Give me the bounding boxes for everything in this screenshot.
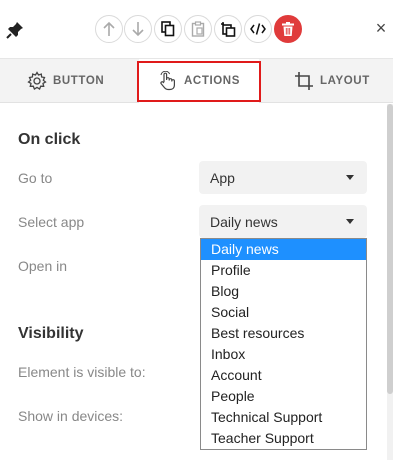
code-button[interactable] [244,15,272,43]
move-up-button[interactable] [95,15,123,43]
close-icon[interactable]: × [372,18,390,38]
dropdown-option[interactable]: Social [201,302,366,323]
tab-actions[interactable]: ACTIONS [139,59,259,103]
tab-actions-label: ACTIONS [184,75,240,87]
tab-button-label: BUTTON [53,75,105,87]
dropdown-option[interactable]: Profile [201,260,366,281]
caret-down-icon [346,219,354,224]
gear-icon [27,71,47,90]
open-in-label: Open in [18,258,68,274]
go-to-select[interactable]: App [199,161,367,194]
visible-to-label: Element is visible to: [18,364,146,380]
dropdown-option[interactable]: Account [201,365,366,386]
paste-button[interactable] [184,15,212,43]
dropdown-option[interactable]: Inbox [201,344,366,365]
on-click-title: On click [18,131,81,148]
duplicate-button[interactable] [214,15,242,43]
dropdown-option[interactable]: Technical Support [201,407,366,428]
select-app-label: Select app [18,214,85,230]
tab-layout[interactable]: LAYOUT [294,59,370,103]
arrow-up-icon [103,21,115,36]
copy-button[interactable] [154,15,182,43]
clipboard-icon [191,21,205,37]
caret-down-icon [346,175,354,180]
arrow-down-icon [132,22,144,37]
move-down-button[interactable] [124,15,152,43]
dropdown-option[interactable]: People [201,386,366,407]
dropdown-option[interactable]: Teacher Support [201,428,366,449]
tab-bar: BUTTON ACTIONS LAYOUT [0,58,393,103]
go-to-value: App [210,169,235,186]
crop-icon [295,72,313,90]
devices-label: Show in devices: [18,408,124,424]
tab-layout-label: LAYOUT [320,75,370,87]
dropdown-option[interactable]: Blog [201,281,366,302]
pin-icon[interactable] [6,21,24,39]
select-app-select[interactable]: Daily news [199,205,367,238]
code-icon [250,23,266,35]
toolbar: × [0,0,393,58]
go-to-label: Go to [18,170,53,186]
dropdown-option[interactable]: Daily news [201,239,366,260]
app-dropdown-list: Daily news Profile Blog Social Best reso… [200,238,367,450]
hand-pointer-icon [160,71,176,91]
scrollbar-thumb[interactable] [387,104,393,394]
trash-icon [282,22,294,36]
delete-button[interactable] [274,15,302,43]
visibility-title: Visibility [18,325,84,342]
copy-icon [161,21,175,37]
select-app-value: Daily news [210,213,278,230]
dropdown-option[interactable]: Best resources [201,323,366,344]
tab-button[interactable]: BUTTON [27,59,104,103]
duplicate-icon [221,22,236,37]
